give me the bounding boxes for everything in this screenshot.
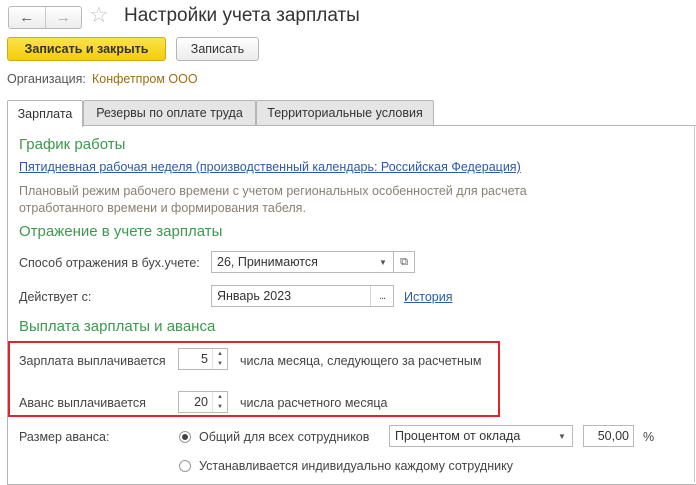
effective-date-value: Январь 2023 [217, 289, 292, 303]
organization-value[interactable]: Конфетпром ООО [92, 72, 198, 86]
advance-payment-label: Аванс выплачивается [19, 396, 146, 410]
salary-payment-label: Зарплата выплачивается [19, 354, 166, 368]
accounting-method-label: Способ отражения в бух.учете: [19, 256, 200, 270]
stepper-arrows[interactable]: ▲ ▼ [212, 349, 227, 369]
radio-individual-advance[interactable] [179, 460, 191, 472]
effective-date-field[interactable]: Январь 2023 ... [211, 285, 394, 307]
save-button[interactable]: Записать [176, 37, 259, 61]
effective-date-label: Действует с: [19, 290, 92, 304]
work-schedule-link[interactable]: Пятидневная рабочая неделя (производстве… [19, 160, 521, 174]
save-and-close-button[interactable]: Записать и закрыть [7, 37, 166, 61]
stepper-arrows[interactable]: ▲ ▼ [212, 392, 227, 412]
tab-salary[interactable]: Зарплата [7, 100, 83, 127]
panel-scroll-edge [694, 125, 695, 482]
open-icon[interactable]: ⧉ [393, 251, 415, 273]
section-heading-payment: Выплата зарплаты и аванса [19, 318, 216, 335]
dropdown-arrow-icon[interactable]: ▼ [373, 252, 393, 272]
percent-sign: % [643, 430, 655, 444]
advance-day-stepper[interactable]: 20 ▲ ▼ [178, 391, 228, 413]
individual-advance-option[interactable]: Устанавливается индивидуально каждому со… [199, 459, 513, 473]
spin-up-icon[interactable]: ▲ [213, 392, 227, 402]
accounting-method-value: 26, Принимаются [217, 255, 318, 269]
spin-down-icon[interactable]: ▼ [213, 402, 227, 412]
salary-day-suffix: числа месяца, следующего за расчетным [240, 354, 482, 368]
spin-down-icon[interactable]: ▼ [213, 359, 227, 369]
salary-day-value: 5 [201, 352, 208, 366]
advance-percent-field[interactable]: 50,00 [583, 425, 634, 447]
spin-up-icon[interactable]: ▲ [213, 349, 227, 359]
section-heading-schedule: График работы [19, 136, 126, 153]
favorite-star-icon[interactable]: ☆ [89, 3, 109, 27]
radio-common-advance[interactable] [179, 431, 191, 443]
schedule-hint-line2: отработанного времени и формирования таб… [19, 201, 306, 215]
select-period-icon[interactable]: ... [370, 286, 393, 306]
advance-day-suffix: числа расчетного месяца [240, 396, 388, 410]
advance-method-select[interactable]: Процентом от оклада ▼ [389, 425, 573, 447]
history-link[interactable]: История [404, 290, 452, 304]
forward-arrow-icon[interactable]: → [44, 7, 82, 28]
accounting-method-select[interactable]: 26, Принимаются ▼ [211, 251, 394, 273]
dropdown-arrow-icon[interactable]: ▼ [552, 426, 572, 446]
tab-labor-reserves[interactable]: Резервы по оплате труда [83, 100, 256, 125]
navigation-buttons: ← → [8, 6, 82, 29]
organization-label: Организация: [7, 72, 86, 86]
advance-day-value: 20 [194, 395, 208, 409]
schedule-hint-line1: Плановый режим рабочего времени с учетом… [19, 184, 527, 198]
window-title: Настройки учета зарплаты [124, 5, 360, 26]
section-heading-accounting: Отражение в учете зарплаты [19, 223, 223, 240]
tab-territorial-conditions[interactable]: Территориальные условия [256, 100, 434, 125]
advance-method-value: Процентом от оклада [395, 429, 521, 443]
salary-day-stepper[interactable]: 5 ▲ ▼ [178, 348, 228, 370]
advance-size-label: Размер аванса: [19, 430, 110, 444]
common-advance-option[interactable]: Общий для всех сотрудников [199, 430, 369, 444]
back-arrow-icon[interactable]: ← [9, 7, 45, 28]
advance-percent-value: 50,00 [597, 429, 629, 443]
